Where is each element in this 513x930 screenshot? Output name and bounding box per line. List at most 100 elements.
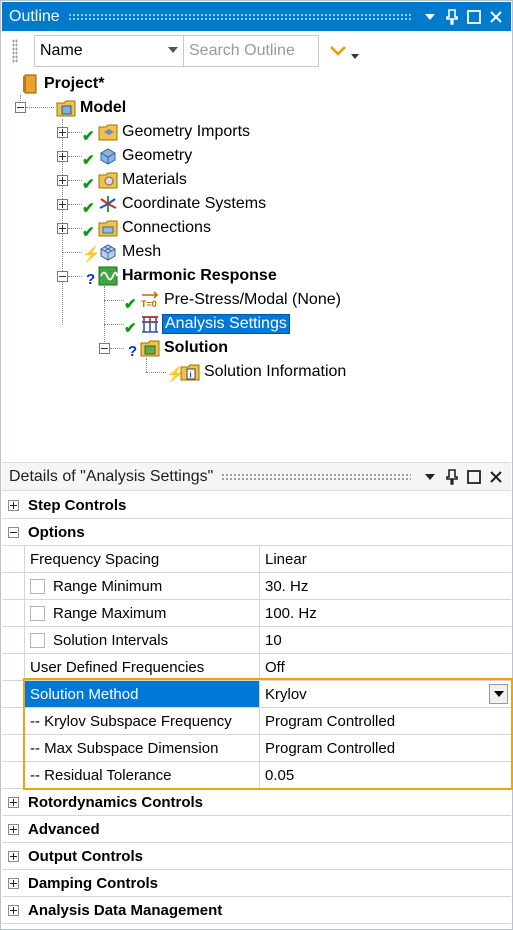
- property-row-user-defined-frequencies[interactable]: User Defined Frequencies Off: [2, 654, 511, 681]
- name-filter-combo[interactable]: Name: [34, 35, 184, 67]
- expand-geometry-icon[interactable]: [57, 151, 68, 162]
- tree-label-coordinate-systems: Coordinate Systems: [122, 195, 267, 212]
- property-value[interactable]: Off: [260, 654, 511, 680]
- tree-line: [104, 300, 124, 301]
- pin-icon[interactable]: [441, 466, 463, 488]
- property-row-krylov-subspace-frequency[interactable]: -- Krylov Subspace Frequency Program Con…: [2, 708, 511, 735]
- search-outline-input[interactable]: Search Outline: [184, 35, 319, 67]
- tree-item-solution-information[interactable]: i Solution Information: [180, 361, 347, 383]
- toolbar-overflow-icon[interactable]: [351, 53, 359, 59]
- category-step-controls[interactable]: Step Controls: [2, 492, 511, 519]
- chevron-down-icon[interactable]: [419, 6, 441, 28]
- tree-item-prestress-modal[interactable]: T=0 Pre-Stress/Modal (None): [140, 289, 342, 311]
- tree-item-connections[interactable]: Connections: [98, 217, 212, 239]
- property-name-text: Range Minimum: [53, 577, 163, 595]
- category-options[interactable]: Options: [2, 519, 511, 546]
- tree-item-geometry[interactable]: Geometry: [98, 145, 193, 167]
- check-icon: ✔: [82, 176, 95, 193]
- maximize-icon[interactable]: [463, 466, 485, 488]
- collapse-harmonic-response-icon[interactable]: [57, 271, 68, 282]
- category-label: Damping Controls: [28, 874, 158, 892]
- category-rotordynamics-controls[interactable]: Rotordynamics Controls: [2, 789, 511, 816]
- model-folder-icon: [56, 100, 76, 117]
- property-value[interactable]: 10: [260, 627, 511, 653]
- collapse-icon[interactable]: [8, 526, 19, 538]
- expand-icon[interactable]: [8, 904, 19, 916]
- property-name-text: -- Residual Tolerance: [30, 766, 172, 784]
- property-value[interactable]: Linear: [260, 546, 511, 572]
- property-row-range-maximum[interactable]: Range Maximum 100. Hz: [2, 600, 511, 627]
- outline-titlebar: Outline: [2, 2, 511, 31]
- expand-connections-icon[interactable]: [57, 223, 68, 234]
- expand-icon[interactable]: [8, 877, 19, 889]
- tree-line: [104, 324, 124, 325]
- property-value[interactable]: 0.05: [260, 762, 511, 788]
- solution-method-dropdown[interactable]: Krylov: [260, 681, 511, 707]
- tree-item-analysis-settings[interactable]: Analysis Settings: [140, 313, 290, 335]
- mesh-cube-icon: [100, 244, 116, 261]
- tree-item-coordinate-systems[interactable]: Coordinate Systems: [98, 193, 267, 215]
- tree-item-mesh[interactable]: Mesh: [98, 241, 162, 263]
- check-icon: ✔: [82, 152, 95, 169]
- chevron-down-icon[interactable]: [329, 45, 347, 57]
- dropdown-arrow-icon[interactable]: [489, 684, 508, 704]
- property-row-solution-method[interactable]: Solution Method Krylov: [2, 681, 511, 708]
- property-value-text: 30. Hz: [265, 577, 309, 595]
- check-icon: ✔: [82, 224, 95, 241]
- property-value-text: Linear: [265, 550, 307, 568]
- category-output-controls[interactable]: Output Controls: [2, 843, 511, 870]
- pin-icon[interactable]: [441, 6, 463, 28]
- property-value[interactable]: 30. Hz: [260, 573, 511, 599]
- property-row-max-subspace-dimension[interactable]: -- Max Subspace Dimension Program Contro…: [2, 735, 511, 762]
- tree-item-harmonic-response[interactable]: Harmonic Response: [98, 265, 278, 287]
- category-advanced[interactable]: Advanced: [2, 816, 511, 843]
- tree-line: [26, 107, 54, 108]
- expand-coordinate-systems-icon[interactable]: [57, 199, 68, 210]
- tree-label-solution: Solution: [164, 339, 228, 356]
- property-name: -- Max Subspace Dimension: [24, 735, 260, 761]
- property-row-range-minimum[interactable]: Range Minimum 30. Hz: [2, 573, 511, 600]
- chevron-down-icon[interactable]: [419, 466, 441, 488]
- parameter-checkbox[interactable]: [30, 632, 45, 648]
- expand-icon[interactable]: [8, 499, 19, 511]
- property-name-text: User Defined Frequencies: [30, 658, 205, 676]
- parameter-checkbox[interactable]: [30, 578, 45, 594]
- expand-materials-icon[interactable]: [57, 175, 68, 186]
- property-value-text: 10: [265, 631, 282, 649]
- property-row-solution-intervals[interactable]: Solution Intervals 10: [2, 627, 511, 654]
- property-name: User Defined Frequencies: [24, 654, 260, 680]
- property-row-residual-tolerance[interactable]: -- Residual Tolerance 0.05: [2, 762, 511, 789]
- expand-geometry-imports-icon[interactable]: [57, 127, 68, 138]
- collapse-solution-icon[interactable]: [99, 343, 110, 354]
- close-icon[interactable]: [485, 466, 507, 488]
- property-value[interactable]: 100. Hz: [260, 600, 511, 626]
- property-value[interactable]: Program Controlled: [260, 735, 511, 761]
- tree-item-solution[interactable]: Solution: [140, 337, 229, 359]
- collapse-model-icon[interactable]: [15, 102, 26, 113]
- parameter-checkbox[interactable]: [30, 605, 45, 621]
- category-damping-controls[interactable]: Damping Controls: [2, 870, 511, 897]
- outline-title-grip[interactable]: [67, 13, 411, 20]
- property-name: Solution Intervals: [24, 627, 260, 653]
- expand-icon[interactable]: [8, 823, 19, 835]
- tree-label-model: Model: [80, 99, 127, 116]
- tree-line: [68, 180, 82, 181]
- property-name-text: Range Maximum: [53, 604, 167, 622]
- close-icon[interactable]: [485, 6, 507, 28]
- tree-item-geometry-imports[interactable]: Geometry Imports: [98, 121, 251, 143]
- category-analysis-data-management[interactable]: Analysis Data Management: [2, 897, 511, 924]
- tree-item-project[interactable]: Project*: [20, 73, 105, 95]
- property-row-frequency-spacing[interactable]: Frequency Spacing Linear: [2, 546, 511, 573]
- expand-icon[interactable]: [8, 850, 19, 862]
- details-title-grip[interactable]: [221, 473, 411, 480]
- property-value[interactable]: Program Controlled: [260, 708, 511, 734]
- tree-item-model[interactable]: Model: [56, 97, 127, 119]
- tree-item-materials[interactable]: Materials: [98, 169, 188, 191]
- property-name: Frequency Spacing: [24, 546, 260, 572]
- tree-label-project: Project*: [44, 75, 105, 92]
- expand-icon[interactable]: [8, 796, 19, 808]
- maximize-icon[interactable]: [463, 6, 485, 28]
- toolbar-grip[interactable]: [12, 39, 18, 63]
- geometry-imports-folder-icon: [98, 124, 118, 141]
- project-book-icon: [23, 74, 37, 94]
